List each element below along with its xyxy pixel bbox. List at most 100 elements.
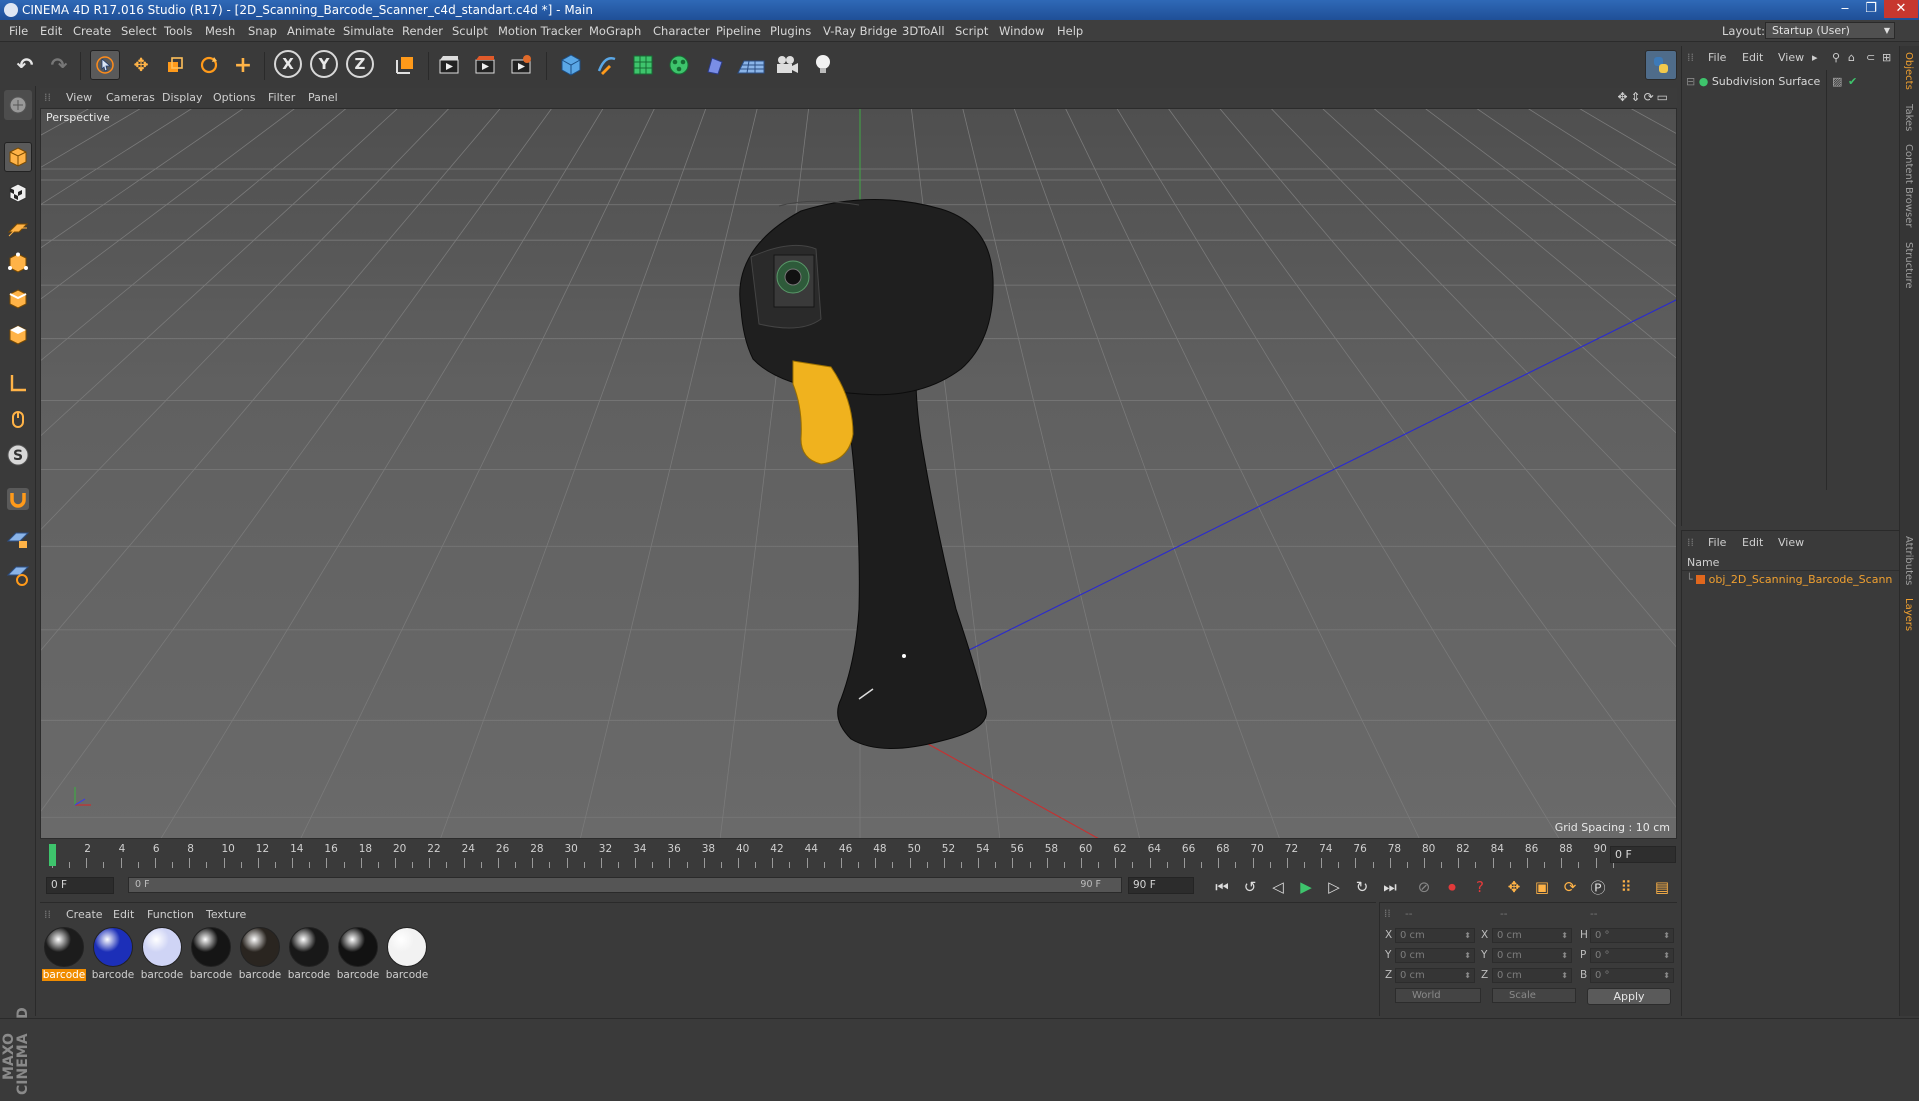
object-menu-file[interactable]: File (1708, 51, 1726, 64)
render-view-icon[interactable] (434, 50, 464, 80)
workplane-icon[interactable] (4, 214, 32, 244)
size-y-field[interactable]: 0 cm ⬍ (1492, 948, 1572, 963)
menu-motion-tracker[interactable]: Motion Tracker (498, 24, 582, 38)
rot-h-field[interactable]: 0 ° ⬍ (1590, 928, 1674, 943)
cloner-icon[interactable] (664, 50, 694, 80)
tab-objects[interactable]: Objects (1903, 52, 1914, 90)
menu-file[interactable]: File (9, 24, 28, 38)
snap-s-icon[interactable]: S (4, 440, 32, 470)
material-swatch[interactable]: barcode (42, 925, 86, 985)
tab-layers[interactable]: Layers (1903, 598, 1914, 631)
next-key-icon[interactable]: ↻ (1350, 875, 1374, 899)
menu-animate[interactable]: Animate (287, 24, 335, 38)
viewport-menu-panel[interactable]: Panel (308, 91, 338, 104)
menu-script[interactable]: Script (955, 24, 988, 38)
search-icon[interactable]: ⚲ (1832, 51, 1840, 64)
material-swatch[interactable]: barcode (140, 925, 184, 985)
texture-mode-icon[interactable] (4, 178, 32, 208)
tweak-icon[interactable] (4, 404, 32, 434)
menu-plugins[interactable]: Plugins (770, 24, 811, 38)
timeline-window-icon[interactable]: ▤ (1650, 875, 1674, 899)
key-pla-icon[interactable]: ⠿ (1614, 875, 1638, 899)
timeline-ruler[interactable]: 0246810121416182022242628303234363840424… (40, 842, 1677, 870)
frame-range-slider[interactable]: 0 F 90 F (128, 877, 1122, 893)
material-swatch[interactable]: barcode (238, 925, 282, 985)
viewport-nav-icons[interactable]: ✥⇕⟳▭ (1617, 90, 1671, 104)
menu-pipeline[interactable]: Pipeline (716, 24, 761, 38)
key-position-icon[interactable]: ✥ (1502, 875, 1526, 899)
maximize-button[interactable]: ❐ (1858, 0, 1884, 18)
deformer-icon[interactable] (700, 50, 730, 80)
size-mode-select[interactable]: Scale (1492, 988, 1576, 1003)
coordinate-space-select[interactable]: World (1395, 988, 1481, 1003)
name-column-header[interactable]: Name (1682, 555, 1900, 571)
current-frame-field[interactable]: 0 F (46, 877, 114, 894)
subdivision-icon[interactable] (628, 50, 658, 80)
apply-button[interactable]: Apply (1587, 988, 1671, 1005)
tab-content-browser[interactable]: Content Browser (1903, 144, 1914, 227)
menu-help[interactable]: Help (1057, 24, 1083, 38)
light-icon[interactable] (808, 50, 838, 80)
menu-simulate[interactable]: Simulate (343, 24, 394, 38)
scale-icon[interactable] (160, 50, 190, 80)
edges-mode-icon[interactable] (4, 284, 32, 314)
layer-menu-view[interactable]: View (1778, 536, 1804, 549)
size-z-field[interactable]: 0 cm ⬍ (1492, 968, 1572, 983)
menu-tools[interactable]: Tools (164, 24, 192, 38)
previous-frame-icon[interactable]: ◁ (1266, 875, 1290, 899)
solo-icon[interactable] (4, 560, 32, 590)
menu-select[interactable]: Select (121, 24, 156, 38)
magnet-icon[interactable] (4, 484, 32, 514)
key-rotation-icon[interactable]: ⟳ (1558, 875, 1582, 899)
menu-character[interactable]: Character (653, 24, 710, 38)
link-icon[interactable]: ⊂ (1866, 51, 1875, 64)
material-swatch[interactable]: barcode (336, 925, 380, 985)
menu-edit[interactable]: Edit (40, 24, 62, 38)
material-menu-function[interactable]: Function (147, 908, 194, 921)
cube-icon[interactable] (556, 50, 586, 80)
pos-x-field[interactable]: 0 cm ⬍ (1395, 928, 1475, 943)
keyframe-selection-icon[interactable]: ? (1468, 875, 1492, 899)
menu-3dtoall[interactable]: 3DToAll (902, 24, 945, 38)
go-to-end-icon[interactable]: ⏭ (1378, 875, 1402, 899)
viewport-menu-view[interactable]: View (66, 91, 92, 104)
object-menu-edit[interactable]: Edit (1742, 51, 1763, 64)
y-axis-icon[interactable]: Y (310, 50, 338, 78)
key-parameter-icon[interactable]: Ⓟ (1586, 875, 1610, 899)
material-swatch[interactable]: barcode (91, 925, 135, 985)
layer-icon[interactable]: ▨ (1832, 74, 1842, 90)
menu-render[interactable]: Render (402, 24, 443, 38)
layer-row[interactable]: └ obj_2D_Scanning_Barcode_Scann (1686, 572, 1900, 588)
viewport-menu-filter[interactable]: Filter (268, 91, 295, 104)
redo-icon[interactable]: ↷ (44, 50, 74, 80)
material-swatch[interactable]: barcode (287, 925, 331, 985)
floor-icon[interactable] (736, 50, 766, 80)
timeline-end-frame-field[interactable]: 0 F (1610, 846, 1676, 863)
model-mode-icon[interactable] (4, 142, 32, 172)
new-window-icon[interactable]: ⊞ (1882, 51, 1891, 64)
pos-z-field[interactable]: 0 cm ⬍ (1395, 968, 1475, 983)
tab-takes[interactable]: Takes (1903, 104, 1914, 131)
more-arrow-icon[interactable]: ▸ (1812, 51, 1818, 64)
auto-keying-icon[interactable]: ⏺ (1440, 875, 1464, 899)
pos-y-field[interactable]: 0 cm ⬍ (1395, 948, 1475, 963)
object-menu-view[interactable]: View (1778, 51, 1804, 64)
close-button[interactable]: ✕ (1884, 0, 1918, 18)
max-frame-field[interactable]: 90 F (1128, 877, 1194, 894)
material-swatch[interactable]: barcode (189, 925, 233, 985)
transform-icon[interactable]: + (228, 50, 258, 80)
layer-menu-edit[interactable]: Edit (1742, 536, 1763, 549)
render-picture-icon[interactable] (470, 50, 500, 80)
z-axis-icon[interactable]: Z (346, 50, 374, 78)
menu-sculpt[interactable]: Sculpt (452, 24, 488, 38)
playhead-marker[interactable] (49, 844, 56, 866)
go-to-start-icon[interactable]: ⏮ (1210, 875, 1234, 899)
material-menu-texture[interactable]: Texture (206, 908, 246, 921)
viewport-menu-cameras[interactable]: Cameras (106, 91, 155, 104)
render-settings-icon[interactable] (506, 50, 536, 80)
play-icon[interactable]: ▶ (1294, 875, 1318, 899)
menu-mesh[interactable]: Mesh (205, 24, 235, 38)
menu-window[interactable]: Window (999, 24, 1044, 38)
camera-icon[interactable] (772, 50, 802, 80)
rotate-icon[interactable] (194, 50, 224, 80)
